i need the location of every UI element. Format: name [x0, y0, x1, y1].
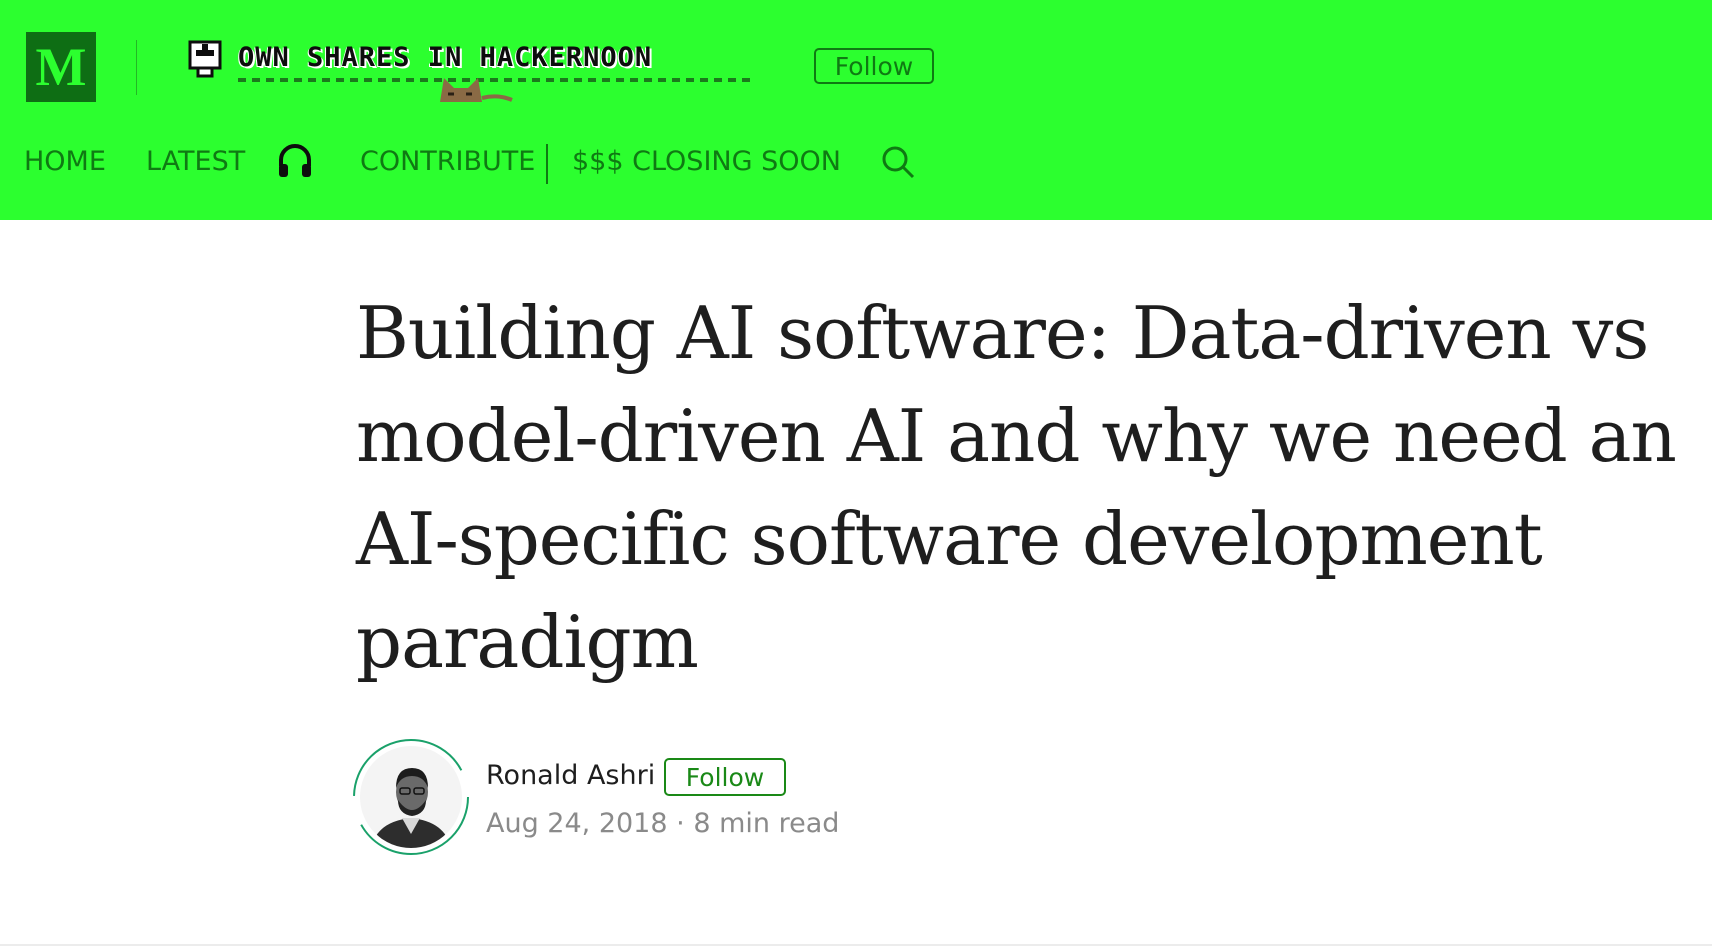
nav-item-home[interactable]: HOME — [24, 146, 106, 177]
author-name[interactable]: Ronald Ashri — [486, 760, 655, 791]
cat-icon — [440, 78, 513, 102]
publication-logo[interactable]: OWN SHARES IN HACKERNOON — [186, 34, 766, 102]
header-divider — [136, 40, 137, 95]
medium-logo[interactable]: M — [26, 32, 96, 102]
publish-date[interactable]: Aug 24, 2018 — [486, 808, 668, 839]
publication-header: M OWN SHARES IN HACKERNOON Follow HOME L… — [0, 0, 1712, 220]
publication-nav: HOME LATEST CONTRIBUTE $$$ CLOSING SOON — [0, 138, 1712, 188]
headphones-icon[interactable] — [276, 142, 314, 180]
nav-item-contribute[interactable]: CONTRIBUTE — [360, 146, 535, 177]
nav-item-latest[interactable]: LATEST — [146, 146, 245, 177]
nav-item-closing-soon[interactable]: $$$ CLOSING SOON — [572, 146, 841, 177]
skull-icon — [188, 40, 222, 78]
article-title: Building AI software: Data-driven vs mod… — [356, 291, 1677, 684]
author-follow-button[interactable]: Follow — [664, 758, 786, 796]
article-meta: Aug 24, 2018 · 8 min read — [486, 808, 839, 839]
author-avatar-image — [353, 739, 469, 855]
page-divider — [0, 944, 1712, 946]
nav-separator — [546, 144, 548, 184]
avatar[interactable] — [352, 738, 470, 856]
read-time: 8 min read — [693, 808, 840, 839]
search-icon[interactable] — [880, 144, 916, 180]
publication-follow-button[interactable]: Follow — [814, 48, 934, 84]
meta-separator: · — [676, 808, 685, 839]
